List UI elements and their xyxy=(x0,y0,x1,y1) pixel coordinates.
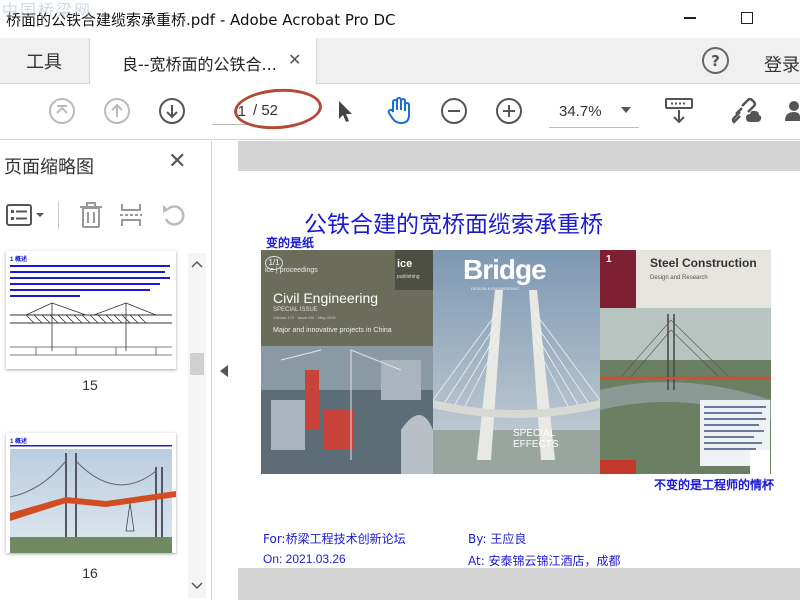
cover-brand: ice | proceedings xyxy=(265,267,318,274)
scroll-up-icon[interactable] xyxy=(188,257,206,271)
panel-collapse-handle[interactable] xyxy=(212,141,238,600)
cover-journal: Steel Construction xyxy=(650,256,757,270)
thumbnail-page-number: 15 xyxy=(82,377,98,393)
extract-page-button[interactable] xyxy=(118,201,144,233)
page-number-input[interactable] xyxy=(212,99,248,125)
minimize-button[interactable] xyxy=(677,6,703,30)
pdf-page: 公铁合建的宽桥面缆索承重桥 变的是纸 1/1 ice | proceedings… xyxy=(238,171,800,568)
panel-toolbar xyxy=(0,193,212,237)
minimize-icon xyxy=(684,17,696,19)
for-line: For:桥梁工程技术创新论坛 xyxy=(263,532,406,546)
thumbnail-options-button[interactable] xyxy=(4,201,48,233)
cover-civil-engineering: 1/1 ice | proceedings ice publishing Civ… xyxy=(261,250,433,474)
slide-subtitle: 变的是纸 xyxy=(266,236,315,250)
rotate-page-button[interactable] xyxy=(160,201,188,233)
select-tool-button[interactable] xyxy=(330,96,360,126)
rotate-icon xyxy=(163,205,185,226)
keyboard-scroll-icon xyxy=(665,98,693,124)
next-page-icon xyxy=(159,98,185,124)
slide-title: 公铁合建的宽桥面缆索承重桥 xyxy=(304,212,603,238)
share-link-icon xyxy=(731,97,762,124)
next-page-button[interactable] xyxy=(157,96,187,126)
tab-bar: 工具 良--宽桥面的公铁合... ✕ ? 登录 xyxy=(0,38,800,84)
title-bar: 桥面的公铁合建缆索承重桥.pdf - Adobe Acrobat Pro DC … xyxy=(0,0,800,38)
journal-covers: 1/1 ice | proceedings ice publishing Civ… xyxy=(261,250,771,474)
venue-line: At: 安泰锦云锦江酒店，成都 xyxy=(468,554,621,568)
cover-issue: SPECIAL ISSUE xyxy=(273,307,318,313)
tab-document-label: 良--宽桥面的公铁合... xyxy=(122,55,277,74)
cover-logo-sub: publishing xyxy=(397,274,420,280)
zoom-out-button[interactable] xyxy=(439,96,469,126)
account-button[interactable] xyxy=(782,96,800,126)
thumbnail-preview xyxy=(9,445,176,553)
delete-page-button[interactable] xyxy=(78,201,104,233)
cover-number: 1 xyxy=(606,254,612,265)
keyboard-scroll-button[interactable] xyxy=(662,96,696,126)
cover-civil-engineering-art xyxy=(261,250,433,474)
cover-steel-construction: 1 Steel Construction Design and Research xyxy=(600,250,771,474)
date-line: On: 2021.03.26 xyxy=(263,552,346,566)
maximize-icon xyxy=(741,12,753,24)
slide-caption: 不变的是工程师的情杯 xyxy=(654,478,775,492)
first-page-button[interactable] xyxy=(47,96,77,126)
panel-title: 页面缩略图 xyxy=(4,157,94,178)
close-panel-icon[interactable]: ✕ xyxy=(168,149,186,174)
chevron-down-icon xyxy=(621,107,631,113)
page-total: / 52 xyxy=(253,102,279,119)
thumbnail-preview xyxy=(10,265,172,356)
cover-steel-art xyxy=(600,250,771,474)
collapse-left-icon xyxy=(220,365,228,377)
prev-page-button[interactable] xyxy=(102,96,132,126)
zoom-dropdown[interactable]: 34.7% xyxy=(549,98,639,128)
cover-journal: Bridge xyxy=(463,254,547,285)
toolbar-divider xyxy=(58,201,59,229)
cover-journal: Civil Engineering xyxy=(273,290,379,306)
cover-bridge: Bridge DESIGN & ENGINEERING SPECIAL EFFE… xyxy=(433,250,600,474)
page-thumbnails-panel: 页面缩略图 ✕ 1 概述 15 1 概述 16 xyxy=(0,141,212,600)
list-options-icon xyxy=(6,204,44,226)
thumbnail-page-15[interactable]: 1 概述 xyxy=(6,251,176,369)
first-page-icon xyxy=(49,98,75,124)
cover-volume: Volume 172 · Issue 6SI · May 2019 xyxy=(273,315,336,320)
zoom-in-button[interactable] xyxy=(494,96,524,126)
select-cursor-icon xyxy=(339,101,352,122)
login-button[interactable]: 登录 xyxy=(764,51,800,77)
share-link-button[interactable] xyxy=(730,96,764,126)
cover-logo: ice xyxy=(397,258,413,270)
main-toolbar: / 52 34.7% xyxy=(0,84,800,140)
site-watermark: 中国桥梁网 xyxy=(2,1,93,20)
zoom-in-icon xyxy=(496,98,522,124)
acrobat-window: 桥面的公铁合建缆索承重桥.pdf - Adobe Acrobat Pro DC … xyxy=(0,0,800,600)
cover-subtitle: Design and Research xyxy=(650,275,708,281)
tab-document[interactable]: 良--宽桥面的公铁合... ✕ xyxy=(89,38,317,84)
cover-subtitle: Major and innovative projects in China xyxy=(273,327,392,334)
zoom-value: 34.7% xyxy=(559,103,602,120)
thumbnail-page-number: 16 xyxy=(82,565,98,581)
hand-tool-button[interactable] xyxy=(384,96,414,126)
extract-page-icon xyxy=(120,204,142,226)
trash-icon xyxy=(80,202,102,228)
hand-tool-icon xyxy=(387,96,410,125)
scroll-down-icon[interactable] xyxy=(188,579,206,593)
cover-feature: SPECIAL EFFECTS xyxy=(513,428,559,450)
thumbnail-page-16[interactable]: 1 概述 xyxy=(6,433,176,553)
document-viewport[interactable]: 公铁合建的宽桥面缆索承重桥 变的是纸 1/1 ice | proceedings… xyxy=(238,141,800,600)
close-tab-icon[interactable]: ✕ xyxy=(288,50,301,69)
scrollbar-thumb[interactable] xyxy=(190,353,204,375)
prev-page-icon xyxy=(104,98,130,124)
maximize-button[interactable] xyxy=(734,6,760,30)
help-icon[interactable]: ? xyxy=(702,47,729,74)
cover-tagline: DESIGN & ENGINEERING xyxy=(471,286,520,291)
author-line: By: 王应良 xyxy=(468,532,527,546)
tab-tools[interactable]: 工具 xyxy=(0,38,88,84)
zoom-out-icon xyxy=(441,98,467,124)
user-icon xyxy=(785,101,800,121)
panel-scrollbar[interactable] xyxy=(188,253,206,598)
